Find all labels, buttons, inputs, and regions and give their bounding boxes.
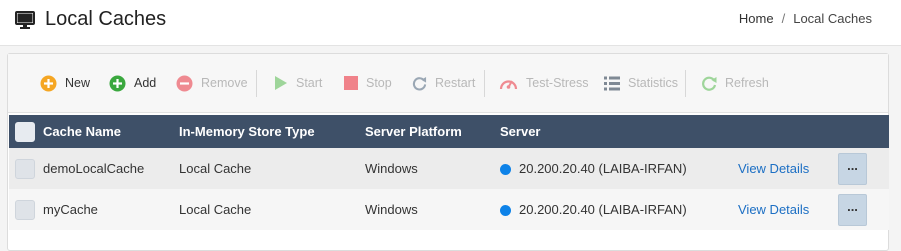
restart-button[interactable]: Restart xyxy=(412,73,475,93)
test-stress-button[interactable]: Test-Stress xyxy=(499,73,589,93)
toolbar-divider xyxy=(256,70,257,97)
start-label: Start xyxy=(296,76,323,90)
statistics-label: Statistics xyxy=(628,76,679,90)
statistics-button[interactable]: Statistics xyxy=(604,73,678,93)
more-actions-cell: ... xyxy=(838,148,889,189)
new-label: New xyxy=(65,76,91,90)
toolbar-divider xyxy=(484,70,485,97)
gauge-icon xyxy=(499,79,518,89)
column-header-cache-name[interactable]: Cache Name xyxy=(43,115,179,148)
view-details-link[interactable]: View Details xyxy=(738,202,809,217)
restart-label: Restart xyxy=(435,76,476,90)
plus-circle-icon xyxy=(109,75,126,91)
list-icon xyxy=(604,76,620,90)
status-dot-icon xyxy=(500,205,511,217)
stop-button[interactable]: Stop xyxy=(344,73,392,93)
page-header: Local Caches Home / Local Caches xyxy=(0,0,901,46)
table-row[interactable]: myCache Local Cache Windows 20.200.20.40… xyxy=(9,189,889,230)
stop-icon xyxy=(344,76,358,90)
more-actions-cell: ... xyxy=(838,189,889,230)
plus-circle-icon xyxy=(40,75,57,91)
cache-name-cell: myCache xyxy=(43,202,98,217)
row-select-cell xyxy=(9,148,43,189)
platform-cell: Windows xyxy=(365,161,418,176)
refresh-button[interactable]: Refresh xyxy=(701,73,769,93)
caches-panel: New Add Remove Start Stop Restart Test-S… xyxy=(7,53,889,251)
table-row[interactable]: demoLocalCache Local Cache Windows 20.20… xyxy=(9,148,889,189)
server-cell: 20.200.20.40 (LAIBA-IRFAN) xyxy=(500,189,738,230)
page-title: Local Caches xyxy=(45,8,167,30)
toolbar-divider xyxy=(685,70,686,97)
view-details-cell: View Details xyxy=(738,148,838,189)
monitor-icon xyxy=(15,11,35,29)
caches-table: Cache Name In-Memory Store Type Server P… xyxy=(9,115,889,230)
view-details-link[interactable]: View Details xyxy=(738,161,809,176)
column-header-server[interactable]: Server xyxy=(500,115,738,148)
status-dot-icon xyxy=(500,164,511,176)
test-stress-label: Test-Stress xyxy=(526,76,589,90)
add-label: Add xyxy=(134,76,157,90)
column-header-store-type[interactable]: In-Memory Store Type xyxy=(179,115,365,148)
row-select-cell xyxy=(9,189,43,230)
refresh-label: Refresh xyxy=(725,76,769,90)
row-checkbox[interactable] xyxy=(15,199,35,220)
breadcrumb-home[interactable]: Home xyxy=(739,11,774,26)
store-type-cell: Local Cache xyxy=(179,202,252,217)
toolbar: New Add Remove Start Stop Restart Test-S… xyxy=(8,54,888,113)
play-icon xyxy=(275,76,287,90)
stop-label: Stop xyxy=(366,76,392,90)
new-button[interactable]: New xyxy=(40,73,90,93)
breadcrumb: Home / Local Caches xyxy=(739,11,872,27)
select-all-cell xyxy=(9,115,43,148)
table-header-row: Cache Name In-Memory Store Type Server P… xyxy=(9,115,889,148)
breadcrumb-separator: / xyxy=(781,11,786,26)
store-type-cell: Local Cache xyxy=(179,161,252,176)
more-actions-button[interactable]: ... xyxy=(838,193,867,226)
server-address: 20.200.20.40 (LAIBA-IRFAN) xyxy=(519,202,687,217)
column-header-platform[interactable]: Server Platform xyxy=(365,115,500,148)
breadcrumb-current: Local Caches xyxy=(793,11,872,26)
cache-name-cell: demoLocalCache xyxy=(43,161,145,176)
minus-circle-icon xyxy=(176,75,193,91)
server-cell: 20.200.20.40 (LAIBA-IRFAN) xyxy=(500,148,738,189)
refresh-icon xyxy=(702,76,717,91)
server-address: 20.200.20.40 (LAIBA-IRFAN) xyxy=(519,161,687,176)
start-button[interactable]: Start xyxy=(274,73,322,93)
row-checkbox[interactable] xyxy=(15,158,35,179)
column-header-blank xyxy=(738,115,838,148)
select-all-checkbox[interactable] xyxy=(15,121,35,142)
remove-label: Remove xyxy=(201,76,248,90)
view-details-cell: View Details xyxy=(738,189,838,230)
platform-cell: Windows xyxy=(365,202,418,217)
more-actions-button[interactable]: ... xyxy=(838,152,867,185)
add-button[interactable]: Add xyxy=(109,73,156,93)
restart-icon xyxy=(412,76,427,90)
column-header-blank xyxy=(838,115,889,148)
remove-button[interactable]: Remove xyxy=(176,73,248,93)
